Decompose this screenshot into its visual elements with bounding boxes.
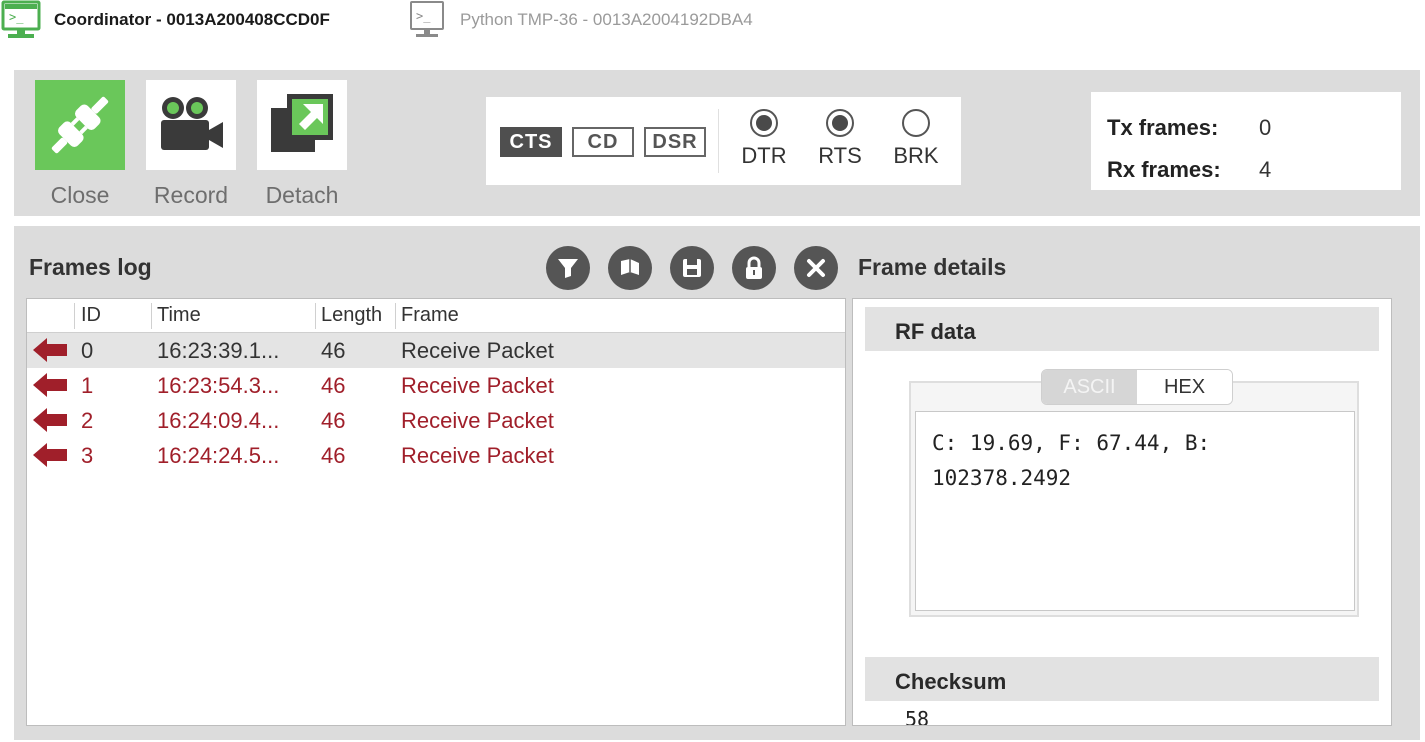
- device-tab-label: Coordinator - 0013A200408CCD0F: [54, 10, 330, 29]
- brk-toggle[interactable]: BRK: [886, 109, 946, 169]
- video-camera-icon: [161, 97, 223, 150]
- cts-indicator: CTS: [500, 127, 562, 157]
- frame-row[interactable]: 1 16:23:54.3... 46 Receive Packet: [27, 368, 845, 403]
- detach-window-icon: [271, 94, 333, 152]
- rts-toggle[interactable]: RTS: [810, 109, 870, 169]
- frame-time: 16:24:09.4...: [157, 408, 280, 433]
- dtr-label: DTR: [741, 143, 787, 168]
- save-icon: [683, 259, 701, 277]
- rf-data-content[interactable]: C: 19.69, F: 67.44, B: 102378.2492: [915, 411, 1355, 611]
- frame-id: 1: [81, 373, 94, 398]
- frame-id: 0: [81, 338, 94, 363]
- rx-frames-label: Rx frames:: [1107, 157, 1221, 182]
- filter-button[interactable]: [546, 246, 590, 290]
- frames-log-header: ID Time Length Frame: [27, 299, 845, 333]
- rts-label: RTS: [818, 143, 862, 168]
- checksum-header[interactable]: Checksum: [865, 657, 1379, 701]
- rf-data-box: ASCII HEX C: 19.69, F: 67.44, B: 102378.…: [909, 369, 1359, 617]
- frame-row[interactable]: 2 16:24:09.4... 46 Receive Packet: [27, 403, 845, 438]
- detach-button-tile[interactable]: [257, 80, 347, 170]
- rx-counter: Rx frames: 4: [1107, 149, 1401, 191]
- frame-type: Receive Packet: [401, 408, 554, 433]
- open-file-icon: [621, 259, 639, 275]
- checksum-value: 58: [905, 707, 930, 726]
- incoming-arrow-icon: [33, 373, 67, 397]
- tx-counter: Tx frames: 0: [1107, 107, 1401, 149]
- frames-log-table: ID Time Length Frame 0 16:23:39.1... 46 …: [26, 298, 846, 726]
- svg-text:>_: >_: [416, 9, 431, 23]
- brk-label: BRK: [893, 143, 939, 168]
- detach-label: Detach: [265, 182, 339, 208]
- frame-type: Receive Packet: [401, 338, 554, 363]
- column-header-id[interactable]: ID: [81, 304, 101, 327]
- terminal-monitor-icon: >_: [1, 0, 41, 38]
- frame-details-panel: RF data ASCII HEX C: 19.69, F: 67.44, B:…: [852, 298, 1392, 726]
- device-tab-coordinator[interactable]: >_ Coordinator - 0013A200408CCD0F: [0, 0, 330, 40]
- incoming-arrow-icon: [33, 443, 67, 467]
- frame-id: 3: [81, 443, 94, 468]
- filter-icon: [558, 259, 578, 278]
- view-mode-toggle: ASCII HEX: [1041, 369, 1233, 405]
- record-button[interactable]: Record: [146, 80, 236, 209]
- toolbar: Close Record Detach CTS CD DSR DTR RTS B…: [14, 70, 1420, 216]
- frame-details-title: Frame details: [858, 254, 1007, 280]
- clear-log-button[interactable]: [794, 246, 838, 290]
- rf-data-header[interactable]: RF data: [865, 307, 1379, 351]
- tx-frames-label: Tx frames:: [1107, 115, 1219, 140]
- frame-type: Receive Packet: [401, 443, 554, 468]
- save-log-button[interactable]: [670, 246, 714, 290]
- dtr-toggle[interactable]: DTR: [734, 109, 794, 169]
- tx-frames-value: 0: [1259, 115, 1272, 140]
- frame-length: 46: [321, 373, 346, 398]
- frame-counters: Tx frames: 0 Rx frames: 4: [1091, 92, 1401, 190]
- close-icon: [807, 259, 825, 277]
- rf-data-line: C: 19.69, F: 67.44, B:: [932, 431, 1211, 455]
- frame-length: 46: [321, 338, 346, 363]
- column-header-time[interactable]: Time: [157, 304, 201, 327]
- dtr-radio[interactable]: [750, 109, 778, 137]
- svg-text:>_: >_: [9, 10, 24, 24]
- close-button-tile[interactable]: [35, 80, 125, 170]
- frame-length: 46: [321, 408, 346, 433]
- column-header-frame[interactable]: Frame: [401, 304, 459, 327]
- hex-tab[interactable]: HEX: [1137, 370, 1232, 404]
- frame-id: 2: [81, 408, 94, 433]
- dsr-indicator: DSR: [644, 127, 706, 157]
- incoming-arrow-icon: [33, 338, 67, 362]
- frame-row[interactable]: 3 16:24:24.5... 46 Receive Packet: [27, 438, 845, 473]
- device-tab-label: Python TMP-36 - 0013A2004192DBA4: [460, 10, 753, 29]
- frame-row[interactable]: 0 16:23:39.1... 46 Receive Packet: [27, 333, 845, 368]
- close-button[interactable]: Close: [35, 80, 125, 209]
- frame-type: Receive Packet: [401, 373, 554, 398]
- record-label: Record: [153, 182, 229, 208]
- frames-log-title: Frames log: [29, 254, 152, 280]
- detach-button[interactable]: Detach: [257, 80, 347, 209]
- frame-length: 46: [321, 443, 346, 468]
- cd-indicator: CD: [572, 127, 634, 157]
- column-header-length[interactable]: Length: [321, 304, 382, 327]
- record-button-tile[interactable]: [146, 80, 236, 170]
- serial-lines-panel: CTS CD DSR DTR RTS BRK: [486, 97, 961, 185]
- rts-radio[interactable]: [826, 109, 854, 137]
- frame-time: 16:23:39.1...: [157, 338, 280, 363]
- lines-divider: [718, 109, 719, 173]
- ascii-tab[interactable]: ASCII: [1042, 370, 1137, 404]
- lock-button[interactable]: [732, 246, 776, 290]
- close-label: Close: [50, 182, 110, 208]
- frame-time: 16:24:24.5...: [157, 443, 280, 468]
- plug-connector-icon: [51, 96, 109, 154]
- device-tab-python-tmp36[interactable]: >_ Python TMP-36 - 0013A2004192DBA4: [406, 0, 753, 40]
- terminal-monitor-icon: >_: [410, 1, 444, 37]
- load-log-button[interactable]: [608, 246, 652, 290]
- lock-icon: [746, 256, 762, 279]
- rx-frames-value: 4: [1259, 157, 1272, 182]
- incoming-arrow-icon: [33, 408, 67, 432]
- brk-radio[interactable]: [902, 109, 930, 137]
- main-area: Frames log Frame details ID Time Length …: [14, 226, 1420, 740]
- device-tabs: >_ Coordinator - 0013A200408CCD0F >_ Pyt…: [0, 0, 1425, 42]
- rf-data-line: 102378.2492: [932, 466, 1072, 490]
- frame-time: 16:23:54.3...: [157, 373, 280, 398]
